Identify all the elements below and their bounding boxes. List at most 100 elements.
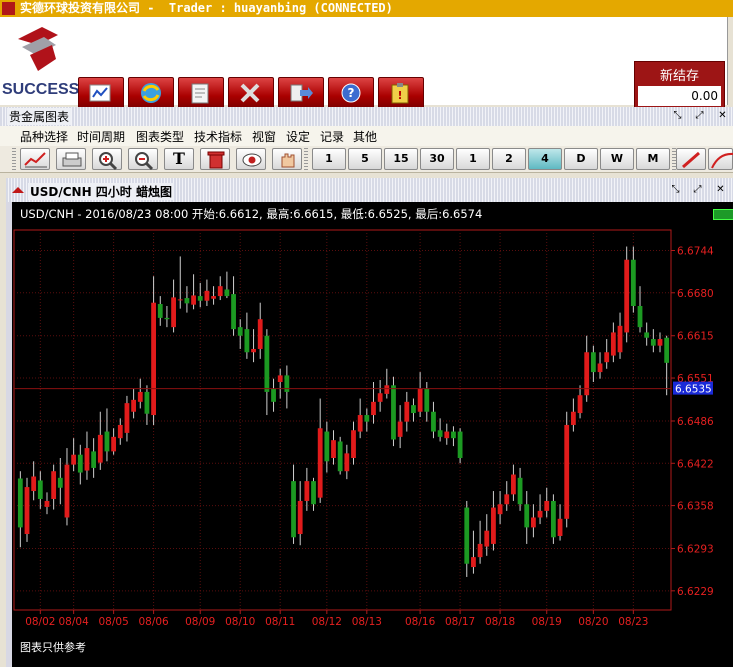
candle-body bbox=[657, 339, 663, 346]
balance-value: 0.00 bbox=[638, 86, 721, 106]
header-right-edge bbox=[727, 17, 733, 105]
menu-indicators[interactable]: 技术指标 bbox=[194, 128, 242, 145]
exchange-nav-button[interactable] bbox=[128, 77, 174, 109]
trash-icon bbox=[207, 151, 225, 169]
restore-icon[interactable]: ⤡ bbox=[669, 183, 682, 196]
period-m1-button[interactable]: 1 bbox=[312, 148, 346, 170]
x-tick-label: 08/12 bbox=[312, 616, 342, 628]
chart-window-title-bar: USD/CNH 四小时 蜡烛图 ⤡ ⤢ ✕ bbox=[6, 178, 733, 202]
eye-icon bbox=[242, 153, 262, 167]
draw-curve-button[interactable] bbox=[708, 148, 733, 170]
text-icon: T bbox=[173, 149, 185, 168]
candle-body bbox=[531, 517, 536, 528]
candle-body bbox=[304, 481, 310, 501]
candle-body bbox=[471, 557, 476, 568]
svg-text:?: ? bbox=[348, 86, 355, 100]
menu-other[interactable]: 其他 bbox=[353, 128, 377, 145]
candle-body bbox=[457, 431, 463, 458]
period-w1-button[interactable]: W bbox=[600, 148, 634, 170]
maximize-icon[interactable]: ⤢ bbox=[693, 109, 706, 122]
toolbar-separator bbox=[304, 148, 308, 170]
candlestick-chart[interactable]: 6.67446.66806.66156.65516.64866.64226.63… bbox=[12, 224, 727, 636]
tools-nav-button[interactable] bbox=[228, 77, 274, 109]
candle-body bbox=[377, 393, 383, 402]
close-icon[interactable]: ✕ bbox=[714, 183, 727, 196]
orders-nav-button[interactable] bbox=[178, 77, 224, 109]
candle-body bbox=[191, 295, 196, 305]
candle-body bbox=[291, 481, 296, 538]
help-nav-button[interactable]: ? bbox=[328, 77, 374, 109]
candle-body bbox=[244, 329, 250, 353]
candle-body bbox=[151, 302, 156, 416]
x-tick-label: 08/16 bbox=[405, 616, 436, 628]
hand-tool-button[interactable] bbox=[272, 148, 302, 170]
period-h2-button[interactable]: 2 bbox=[492, 148, 526, 170]
maximize-icon[interactable]: ⤢ bbox=[691, 183, 704, 196]
period-h2-label: 2 bbox=[505, 152, 513, 165]
x-tick-label: 08/05 bbox=[98, 616, 128, 628]
candles bbox=[17, 246, 670, 577]
candle-body bbox=[57, 477, 63, 488]
y-tick-label: 6.6229 bbox=[677, 586, 714, 598]
candle-body bbox=[491, 507, 496, 544]
candle-body bbox=[337, 441, 343, 472]
period-h1-label: 1 bbox=[469, 152, 477, 165]
chart-area[interactable]: USD/CNH - 2016/08/23 08:00 开始:6.6612, 最高… bbox=[12, 202, 733, 667]
candle-body bbox=[464, 507, 470, 564]
candle-body bbox=[537, 510, 543, 518]
app-header: SUCCESS ? ! 新结存 0.00 bbox=[0, 17, 733, 111]
y-tick-label: 6.6293 bbox=[677, 544, 714, 556]
menu-timeframe[interactable]: 时间周期 bbox=[77, 128, 125, 145]
balance-panel: 新结存 0.00 bbox=[634, 61, 725, 111]
chart-nav-button[interactable] bbox=[78, 77, 124, 109]
period-d1-button[interactable]: D bbox=[564, 148, 598, 170]
export-nav-button[interactable] bbox=[278, 77, 324, 109]
period-h4-button[interactable]: 4 bbox=[528, 148, 562, 170]
hand-icon bbox=[281, 153, 295, 168]
draw-line-button[interactable] bbox=[676, 148, 706, 170]
x-tick-label: 08/11 bbox=[265, 616, 295, 628]
period-m15-button[interactable]: 15 bbox=[384, 148, 418, 170]
chart-type-button[interactable] bbox=[20, 148, 50, 170]
close-icon[interactable]: ✕ bbox=[716, 109, 729, 122]
x-tick-label: 08/10 bbox=[225, 616, 255, 628]
menu-symbol-select[interactable]: 品种选择 bbox=[20, 128, 68, 145]
menu-window[interactable]: 视窗 bbox=[252, 128, 276, 145]
candle-body bbox=[64, 464, 70, 518]
zoom-out-button[interactable] bbox=[128, 148, 158, 171]
menu-settings[interactable]: 设定 bbox=[286, 128, 310, 145]
candle-body bbox=[131, 399, 137, 412]
print-button[interactable] bbox=[56, 148, 86, 170]
printer-icon bbox=[62, 152, 82, 167]
menu-records[interactable]: 记录 bbox=[320, 128, 344, 145]
candle-body bbox=[84, 448, 90, 471]
candle-body bbox=[511, 474, 516, 495]
candle-body bbox=[197, 296, 203, 301]
candle-body bbox=[384, 385, 390, 394]
period-m5-button[interactable]: 5 bbox=[348, 148, 382, 170]
view-button[interactable] bbox=[236, 148, 266, 170]
candle-body bbox=[324, 431, 330, 462]
delete-button[interactable] bbox=[200, 148, 230, 170]
zoom-in-button[interactable] bbox=[92, 148, 122, 171]
candle-body bbox=[144, 391, 150, 414]
restore-icon[interactable]: ⤡ bbox=[671, 109, 684, 122]
period-h1-button[interactable]: 1 bbox=[456, 148, 490, 170]
clipboard-nav-button[interactable]: ! bbox=[378, 77, 424, 109]
period-m30-button[interactable]: 30 bbox=[420, 148, 454, 170]
panel-title: 贵金属图表 bbox=[7, 108, 72, 125]
text-tool-button[interactable]: T bbox=[164, 148, 194, 170]
candle-body bbox=[111, 436, 117, 452]
candle-body bbox=[137, 391, 143, 402]
y-tick-label: 6.6358 bbox=[677, 501, 714, 513]
period-mn-button[interactable]: M bbox=[636, 148, 670, 170]
candle-body bbox=[237, 327, 243, 336]
candle-body bbox=[544, 500, 550, 511]
x-tick-label: 08/20 bbox=[578, 616, 608, 628]
candle-body bbox=[444, 431, 450, 439]
menu-chart-type[interactable]: 图表类型 bbox=[136, 128, 184, 145]
candle-body bbox=[257, 319, 263, 349]
period-m15-label: 15 bbox=[393, 152, 409, 165]
candle-body bbox=[391, 385, 396, 440]
y-tick-label: 6.6744 bbox=[677, 245, 714, 257]
